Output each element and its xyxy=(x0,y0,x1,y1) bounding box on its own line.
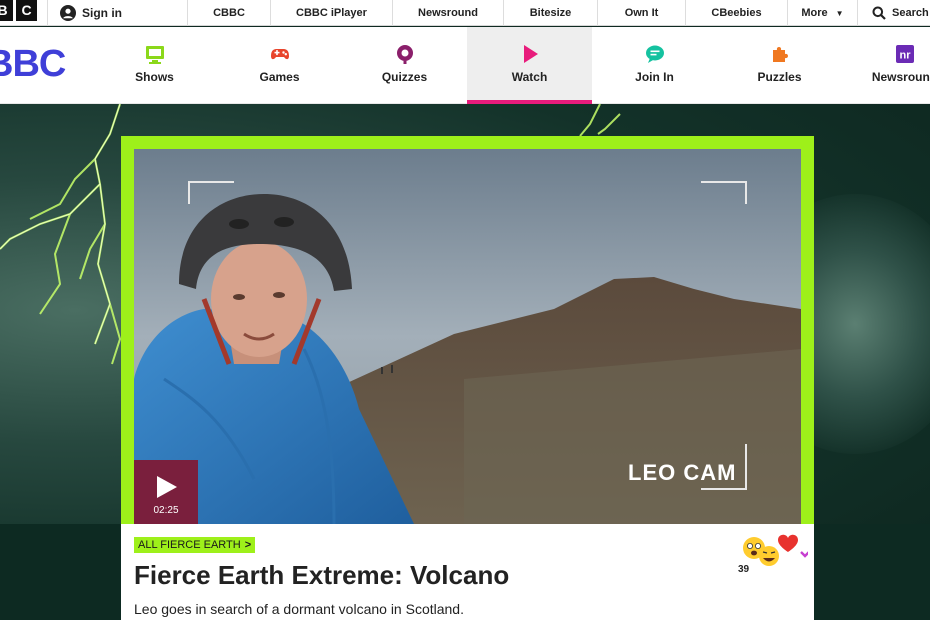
nav-label: Games xyxy=(259,70,300,84)
leo-cam-overlay: LEO CAM xyxy=(628,460,737,485)
account-icon xyxy=(60,5,76,21)
nav-label: Watch xyxy=(511,70,548,84)
nav-label: Newsround xyxy=(871,70,930,84)
puzzle-icon xyxy=(772,47,788,62)
nav-games[interactable]: Games xyxy=(217,27,342,104)
collection-link[interactable]: ALL FIERCE EARTH > xyxy=(134,537,256,553)
nav-label: Quizzes xyxy=(381,70,428,84)
tv-icon xyxy=(145,46,164,64)
nav-newsround[interactable]: nr Newsround xyxy=(842,27,930,104)
nav-label: Join In xyxy=(635,70,674,84)
play-icon xyxy=(157,476,177,498)
gamepad-icon xyxy=(270,49,289,60)
play-button[interactable]: 02:25 xyxy=(134,460,198,524)
nav-puzzles[interactable]: Puzzles xyxy=(717,27,842,104)
top-link-cbeebies[interactable]: CBeebies xyxy=(685,0,787,26)
play-icon xyxy=(523,45,538,63)
collection-label: ALL FIERCE EARTH xyxy=(138,539,241,551)
top-link-own-it[interactable]: Own It xyxy=(597,0,685,26)
reactions-button[interactable]: 39 xyxy=(736,530,810,576)
top-link-newsround[interactable]: Newsround xyxy=(392,0,503,26)
nav-label: Shows xyxy=(135,70,174,84)
nav-label: Puzzles xyxy=(757,70,802,84)
nav-join-in[interactable]: Join In xyxy=(592,27,717,104)
bbc-logo-letter: C xyxy=(16,0,37,21)
episode-title: Fierce Earth Extreme: Volcano xyxy=(134,560,510,590)
bbc-top-bar: B C Sign in CBBC CBBC iPlayer Newsround … xyxy=(0,0,930,26)
nav-watch[interactable]: Watch xyxy=(467,27,592,104)
nav-shows[interactable]: Shows xyxy=(92,27,217,104)
cbbc-nav: BBC Shows Games Quizzes Watc xyxy=(0,27,930,104)
top-link-more[interactable]: More ▼ xyxy=(787,0,857,26)
search-label: Search xyxy=(892,7,929,19)
video-duration: 02:25 xyxy=(153,505,179,516)
top-link-cbbc-iplayer[interactable]: CBBC iPlayer xyxy=(270,0,392,26)
quiz-icon xyxy=(396,45,413,64)
newsround-icon: nr xyxy=(895,45,914,63)
nav-quizzes[interactable]: Quizzes xyxy=(342,27,467,104)
episode-description: Leo goes in search of a dormant volcano … xyxy=(134,601,464,617)
sign-in-link[interactable]: Sign in xyxy=(47,0,187,26)
svg-text:nr: nr xyxy=(899,50,911,62)
bbc-logo[interactable]: B C xyxy=(0,0,37,21)
reaction-count: 39 xyxy=(738,564,750,575)
video-player[interactable]: LEO CAM xyxy=(134,149,801,524)
bbc-top-links: CBBC CBBC iPlayer Newsround Bitesize Own… xyxy=(187,0,857,26)
top-link-bitesize[interactable]: Bitesize xyxy=(503,0,597,26)
bbc-logo-letter: B xyxy=(0,0,13,21)
cbbc-logo[interactable]: BBC xyxy=(0,43,66,86)
chevron-down-icon: ▼ xyxy=(835,8,844,18)
chevron-right-icon: > xyxy=(244,539,252,551)
chat-icon xyxy=(645,45,664,63)
episode-info: ALL FIERCE EARTH > Fierce Earth Extreme: … xyxy=(121,524,814,620)
top-link-cbbc[interactable]: CBBC xyxy=(187,0,270,26)
sign-in-label: Sign in xyxy=(82,6,122,20)
search-link[interactable]: Search xyxy=(857,0,930,26)
search-icon xyxy=(872,6,886,20)
